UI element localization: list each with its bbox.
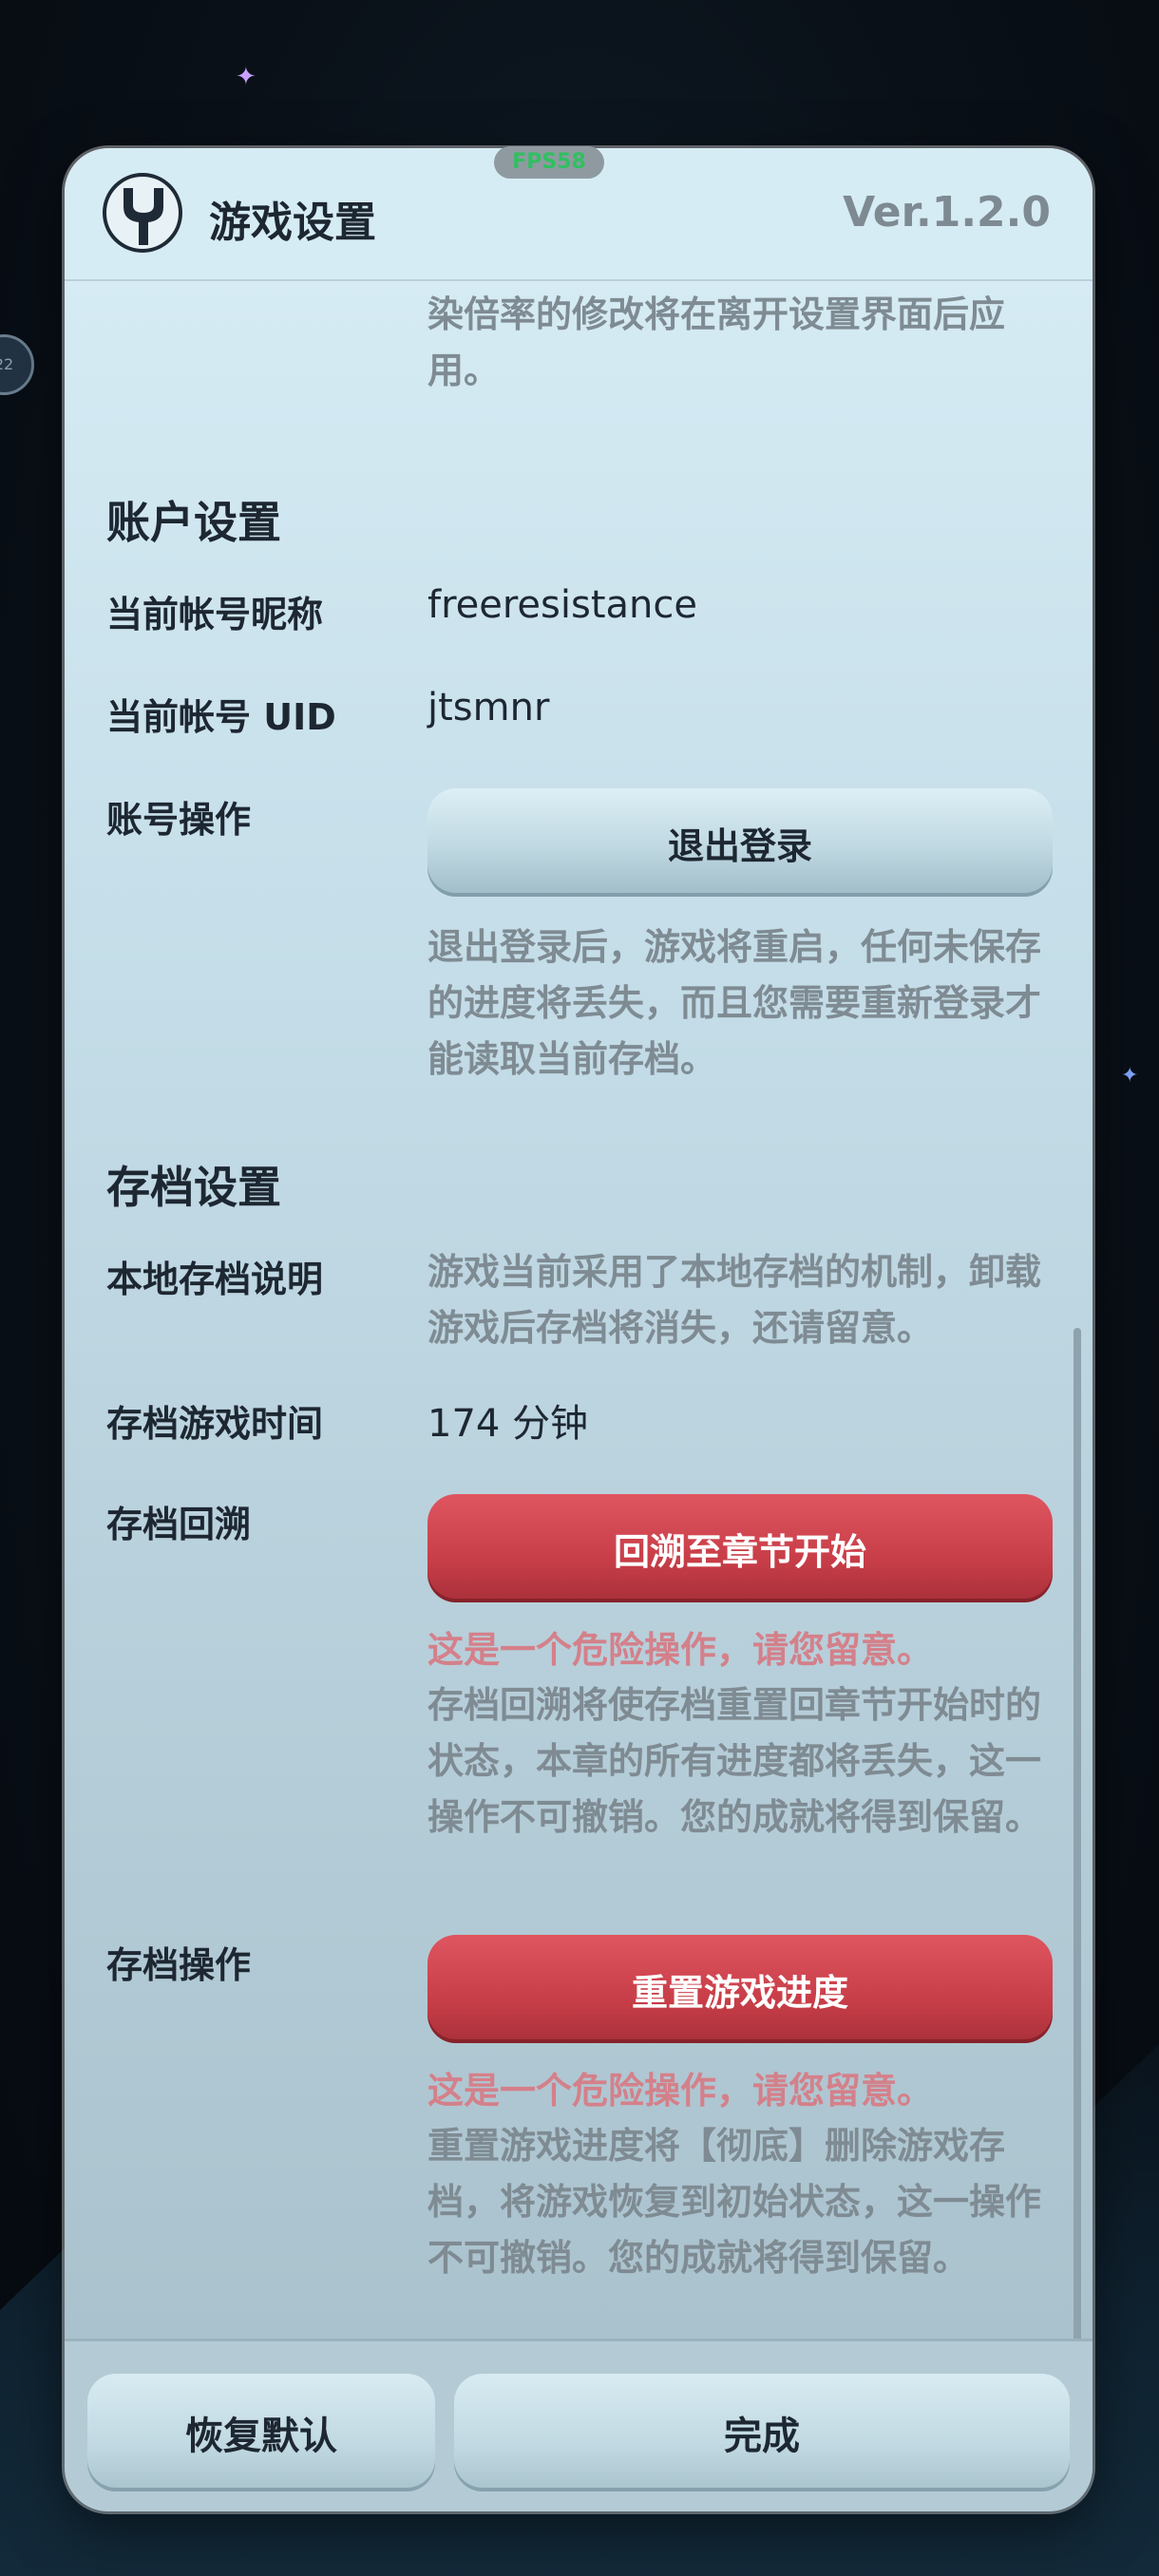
account-ops-label: 账号操作 (106, 799, 252, 841)
local-save-label: 本地存档说明 (106, 1259, 324, 1300)
settings-panel: 游戏设置 Ver.1.2.0 染倍率的修改将在离开设置界面后应用。 账户设置 当… (65, 148, 1092, 2511)
rollback-chapter-button[interactable]: 回溯至章节开始 (428, 1494, 1053, 1602)
side-counter-badge: 22 (0, 334, 34, 395)
done-button[interactable]: 完成 (454, 2374, 1070, 2491)
playtime-value: 174 分钟 (428, 1402, 589, 1446)
save-ops-label: 存档操作 (106, 1944, 252, 1986)
uid-value: jtsmnr (428, 686, 550, 729)
rollback-note: 存档回溯将使存档重置回章节开始时的状态，本章的所有进度都将丢失，这一操作不可撤销… (428, 1684, 1042, 1838)
uid-label: 当前帐号 UID (106, 696, 336, 738)
fps-counter: FPS58 (494, 146, 604, 179)
version-label: Ver.1.2.0 (843, 188, 1051, 237)
wrench-logo-icon (103, 173, 182, 253)
nickname-label: 当前帐号昵称 (106, 594, 324, 635)
nickname-value: freeresistance (428, 583, 697, 627)
local-save-note: 游戏当前采用了本地存档的机制，卸载游戏后存档将消失，还请留意。 (428, 1251, 1042, 1349)
account-section-title: 账户设置 (106, 497, 281, 548)
logout-note: 退出登录后，游戏将重启，任何未保存的进度将丢失，而且您需要重新登录才能读取当前存… (428, 926, 1042, 1080)
scrollbar[interactable] (1074, 1328, 1081, 2466)
render-scale-note: 染倍率的修改将在离开设置界面后应用。 (428, 294, 1006, 391)
rollback-warning: 这是一个危险操作，请您留意。 (428, 1629, 934, 1671)
settings-scroll-area[interactable]: 染倍率的修改将在离开设置界面后应用。 账户设置 当前帐号昵称 freeresis… (65, 281, 1092, 2485)
page-title: 游戏设置 (209, 199, 376, 247)
reset-warning: 这是一个危险操作，请您留意。 (428, 2070, 934, 2112)
restore-defaults-button[interactable]: 恢复默认 (87, 2374, 435, 2491)
rollback-label: 存档回溯 (106, 1504, 252, 1545)
save-section-title: 存档设置 (106, 1162, 281, 1213)
panel-footer: 恢复默认 完成 (65, 2339, 1092, 2511)
reset-progress-button[interactable]: 重置游戏进度 (428, 1935, 1053, 2043)
logout-button[interactable]: 退出登录 (428, 788, 1053, 897)
playtime-label: 存档游戏时间 (106, 1403, 324, 1445)
reset-note: 重置游戏进度将【彻底】删除游戏存档，将游戏恢复到初始状态，这一操作不可撤销。您的… (428, 2125, 1042, 2279)
star-sparkle-icon: ✦ (236, 63, 256, 91)
star-sparkle-icon: ✦ (1121, 1064, 1139, 1088)
